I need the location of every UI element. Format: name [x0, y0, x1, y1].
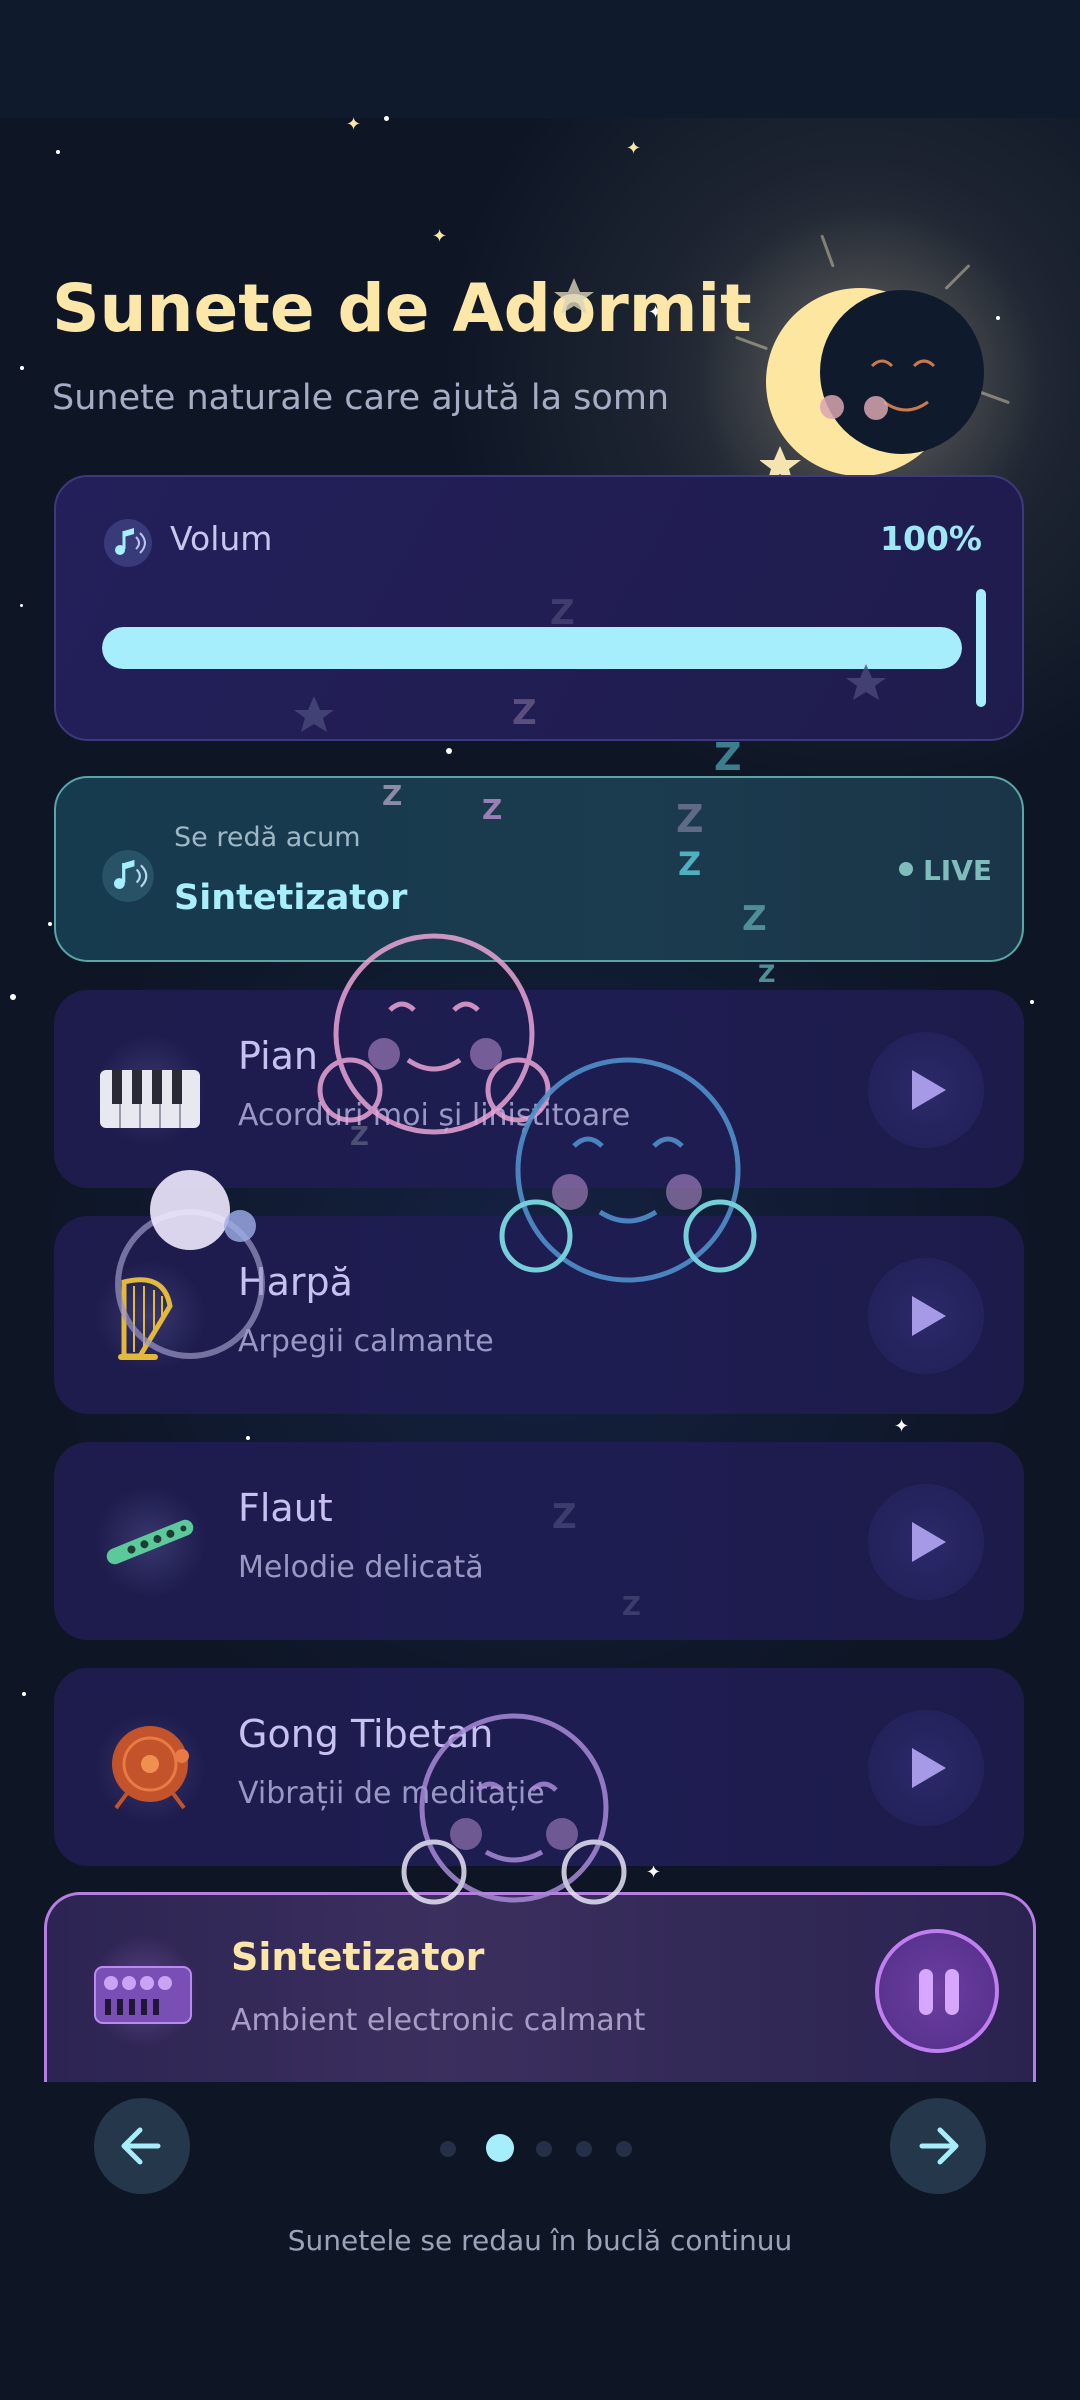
live-badge: LIVE — [898, 854, 992, 887]
moon-illustration — [680, 190, 1060, 570]
track-card-sintetizator[interactable]: Sintetizator Ambient electronic calmant — [44, 1892, 1036, 2082]
volume-label: Volum — [170, 519, 273, 558]
music-note-icon — [104, 519, 152, 567]
volume-slider-fill — [102, 627, 962, 669]
play-icon — [912, 1748, 946, 1788]
track-card-harpa[interactable]: Harpă Arpegii calmante — [54, 1216, 1024, 1414]
play-button[interactable] — [868, 1258, 984, 1374]
track-description: Ambient electronic calmant — [231, 2003, 646, 2038]
previous-button[interactable] — [94, 2098, 190, 2194]
track-name: Sintetizator — [231, 1935, 485, 1979]
now-playing-title: Sintetizator — [174, 878, 408, 918]
status-bar — [0, 0, 1080, 118]
play-button[interactable] — [868, 1710, 984, 1826]
track-description: Arpegii calmante — [238, 1324, 494, 1359]
track-card-gong-tibetan[interactable]: Gong Tibetan Vibrații de meditație — [54, 1668, 1024, 1866]
track-description: Acorduri moi și liniștitoare — [238, 1098, 631, 1133]
track-card-flaut[interactable]: Flaut Melodie delicată — [54, 1442, 1024, 1640]
synth-icon — [87, 1935, 199, 2047]
volume-slider-thumb[interactable] — [976, 589, 986, 707]
play-button[interactable] — [868, 1484, 984, 1600]
track-name: Harpă — [238, 1260, 353, 1304]
track-description: Melodie delicată — [238, 1550, 484, 1585]
gong-icon — [94, 1712, 206, 1824]
track-name: Flaut — [238, 1486, 333, 1530]
flute-icon — [94, 1486, 206, 1598]
arrow-left-icon — [121, 2127, 161, 2165]
volume-card: Volum 100% — [54, 475, 1024, 741]
volume-slider[interactable] — [102, 627, 962, 669]
footer-note: Sunetele se redau în buclă continuu — [287, 2224, 793, 2257]
now-playing-card: Se redă acum Sintetizator LIVE — [54, 776, 1024, 962]
play-icon — [912, 1070, 946, 1110]
play-button[interactable] — [868, 1032, 984, 1148]
track-description: Vibrații de meditație — [238, 1776, 545, 1811]
now-playing-label: Se redă acum — [174, 822, 361, 853]
arrow-right-icon — [919, 2127, 959, 2165]
page-subtitle: Sunete naturale care ajută la somn — [52, 378, 670, 418]
track-card-pian[interactable]: Pian Acorduri moi și liniștitoare — [54, 990, 1024, 1188]
piano-icon — [94, 1034, 206, 1146]
pause-button[interactable] — [875, 1929, 999, 2053]
page-title: Sunete de Adormit — [52, 270, 752, 347]
track-name: Pian — [238, 1034, 319, 1078]
volume-value: 100% — [880, 519, 982, 558]
music-note-icon — [102, 850, 154, 902]
play-icon — [912, 1522, 946, 1562]
play-icon — [912, 1296, 946, 1336]
next-button[interactable] — [890, 2098, 986, 2194]
harp-icon — [94, 1260, 206, 1372]
track-name: Gong Tibetan — [238, 1712, 494, 1756]
